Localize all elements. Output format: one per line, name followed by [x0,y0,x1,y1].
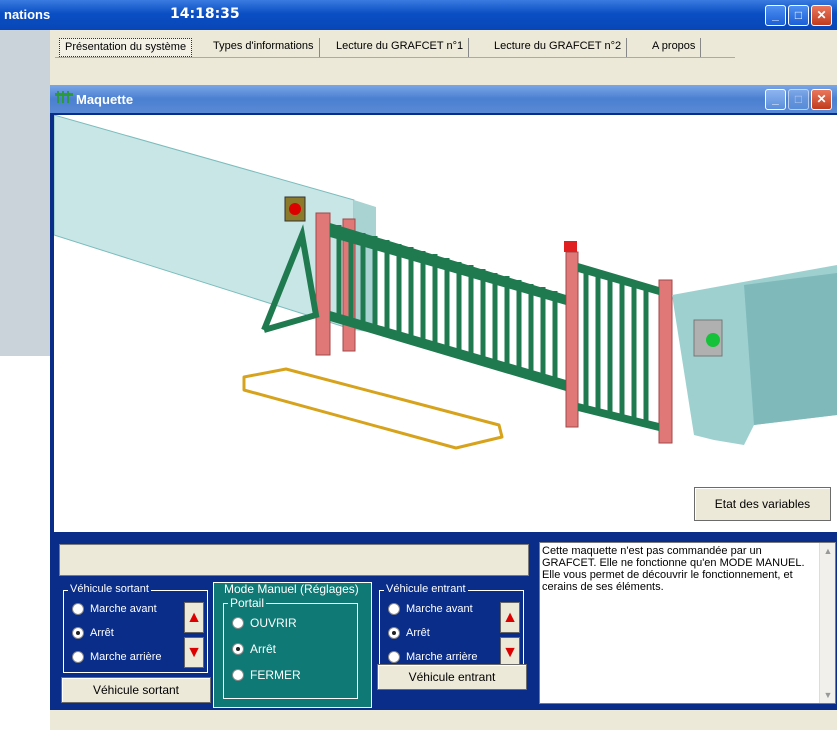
arrow-up-icon[interactable]: ▲ [500,602,520,633]
parent-title: nations [4,7,51,22]
close-icon[interactable]: ✕ [811,5,832,26]
group-portail: Portail OUVRIR Arrêt FERMER [223,596,358,699]
radio-fermer[interactable]: FERMER [232,668,301,682]
mode-manuel-title: Mode Manuel (Réglages) [224,582,359,596]
child-title: Maquette [76,92,134,107]
maximize-icon[interactable]: □ [788,5,809,26]
status-field [59,544,529,576]
tab-presentation[interactable]: Présentation du système [59,38,193,57]
maximize-icon: □ [788,89,809,110]
scroll-up-icon[interactable]: ▲ [821,544,835,558]
tab-bar: Présentation du système Types d'informat… [55,36,735,58]
info-line-2: Elle vous permet de découvrir le fonctio… [542,569,793,593]
vehicule-sortant-button[interactable]: Véhicule sortant [61,677,211,703]
group-legend: Véhicule entrant [384,583,468,595]
radio-entrant-arret[interactable]: Arrêt [388,627,430,639]
tab-apropos[interactable]: A propos [647,38,702,57]
group-vehicule-entrant: Véhicule entrant Marche avant Arrêt Marc… [379,583,524,673]
tab-types[interactable]: Types d'informations [208,38,320,57]
maquette-icon [55,91,73,103]
mode-manuel-panel: Mode Manuel (Réglages) Portail OUVRIR Ar… [213,582,372,708]
group-vehicule-sortant: Véhicule sortant Marche avant Arrêt Marc… [63,583,208,673]
minimize-icon[interactable]: _ [765,5,786,26]
green-light-icon [706,333,720,347]
minimize-icon[interactable]: _ [765,89,786,110]
group-legend: Véhicule sortant [68,583,151,595]
left-strip [0,30,50,356]
tab-grafcet-1[interactable]: Lecture du GRAFCET n°1 [331,38,470,57]
info-textarea[interactable]: Cette maquette n'est pas commandée par u… [539,542,836,704]
scroll-down-icon[interactable]: ▼ [821,688,835,702]
radio-sortant-arret[interactable]: Arrêt [72,627,114,639]
radio-sortant-arriere[interactable]: Marche arrière [72,651,162,663]
left-strip-lower [0,356,50,730]
radio-entrant-arriere[interactable]: Marche arrière [388,651,478,663]
gate-model [54,115,837,450]
warning-light-icon [564,241,577,252]
maquette-window: Maquette _ □ ✕ Etat des variables Véhicu… [50,85,837,710]
radio-arret[interactable]: Arrêt [232,642,276,656]
child-titlebar: Maquette _ □ ✕ [50,85,837,113]
tab-grafcet-2[interactable]: Lecture du GRAFCET n°2 [489,38,628,57]
arrow-down-icon[interactable]: ▼ [184,637,204,668]
info-line-1: Cette maquette n'est pas commandée par u… [542,545,805,569]
radio-sortant-avant[interactable]: Marche avant [72,603,157,615]
parent-titlebar: nations 14:18:35 _ □ ✕ [0,0,837,30]
clock: 14:18:35 [170,6,240,22]
portail-legend: Portail [228,596,267,610]
arrow-up-icon[interactable]: ▲ [184,602,204,633]
etat-variables-button[interactable]: Etat des variables [694,487,831,521]
close-icon[interactable]: ✕ [811,89,832,110]
gate-scene: Etat des variables [54,115,837,532]
radio-ouvrir[interactable]: OUVRIR [232,616,297,630]
ground-loop [242,367,504,450]
red-light-icon [289,203,301,215]
radio-entrant-avant[interactable]: Marche avant [388,603,473,615]
vehicule-entrant-button[interactable]: Véhicule entrant [377,664,527,690]
scrollbar[interactable]: ▲ ▼ [819,543,835,703]
